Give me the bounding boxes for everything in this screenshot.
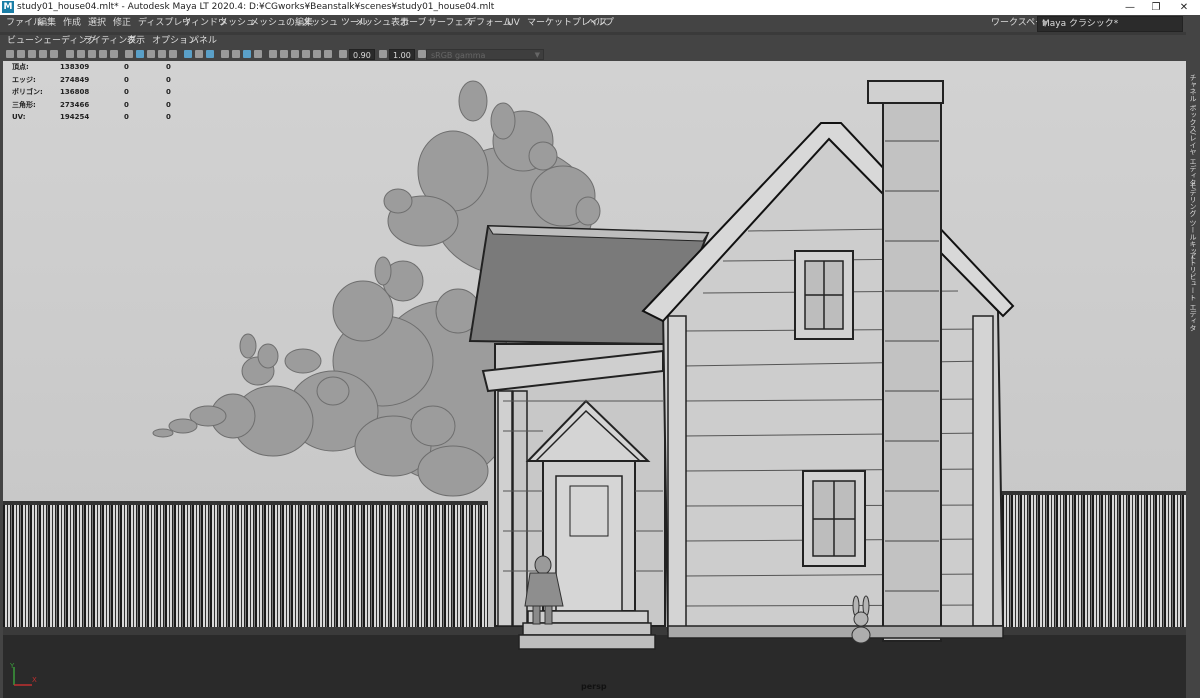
gamma-icon[interactable] <box>379 50 387 58</box>
window-title: study01_house04.mlt* - Autodesk Maya LT … <box>17 2 495 12</box>
menu-uv[interactable]: UV <box>507 17 520 30</box>
perspective-viewport[interactable]: 頂点: 138309 0 0 エッジ: 274849 0 0 ポリゴン: 136… <box>3 61 1186 698</box>
axis-gizmo: Y X <box>10 662 37 686</box>
exposure-icon[interactable] <box>339 50 347 58</box>
xray-components-icon[interactable] <box>254 50 262 58</box>
textured-icon[interactable] <box>158 50 166 58</box>
xray-joints-icon[interactable] <box>243 50 251 58</box>
menu-modify[interactable]: 修正 <box>113 17 131 30</box>
isolate-select-icon[interactable] <box>221 50 229 58</box>
resolution-gate-icon[interactable] <box>88 50 96 58</box>
main-menu-bar: ファイル 編集 作成 選択 修正 ディスプレイ ウィンドウ メッシュ メッシュの… <box>0 15 1200 32</box>
wireframe-icon[interactable] <box>125 50 133 58</box>
menu-surfaces[interactable]: サーフェス <box>428 17 472 30</box>
select-camera-icon[interactable] <box>6 50 14 58</box>
camera-attributes-icon[interactable] <box>28 50 36 58</box>
backface-culling-icon[interactable] <box>280 50 288 58</box>
hud-row-edges: エッジ: 274849 0 0 <box>12 75 171 84</box>
right-side-tabs: チャネル ボックス/レイヤ エディタ モデリング ツールキット アトリビュート … <box>1186 32 1200 698</box>
ambient-occlusion-icon[interactable] <box>195 50 203 58</box>
color-management-icon[interactable] <box>418 50 426 58</box>
maya-app-icon: M <box>2 1 14 13</box>
two-sided-lighting-icon[interactable] <box>269 50 277 58</box>
viewport-toolbar: 0.90 1.00 sRGB gamma ▼ <box>0 48 1186 61</box>
lights-icon[interactable] <box>169 50 177 58</box>
motion-blur-icon[interactable] <box>291 50 299 58</box>
bookmarks-icon[interactable] <box>39 50 47 58</box>
chevron-down-icon: ▼ <box>534 51 540 59</box>
panel-menu-bar: ビュー シェーディング ライティング 表示 オプション パネル <box>0 35 1186 48</box>
tab-modeling-toolkit[interactable]: モデリング ツールキット <box>1188 182 1198 261</box>
minimize-button[interactable]: — <box>1116 0 1144 15</box>
axis-y-label: Y <box>10 662 15 670</box>
tab-attribute-editor[interactable]: アトリビュート エディタ <box>1188 252 1198 331</box>
tab-channel-box[interactable]: チャネル ボックス/レイヤ エディタ <box>1188 74 1198 186</box>
title-bar: M study01_house04.mlt* - Autodesk Maya L… <box>0 0 1200 15</box>
xray-icon[interactable] <box>232 50 240 58</box>
exposure-field[interactable]: 0.90 <box>349 49 375 60</box>
view-transform-value: sRGB gamma <box>431 51 486 60</box>
menu-file[interactable]: ファイル <box>6 17 42 30</box>
gate-mask-icon[interactable] <box>99 50 107 58</box>
restore-button[interactable]: ❐ <box>1142 0 1170 15</box>
panel-menu-panels[interactable]: パネル <box>190 35 217 48</box>
hud-row-vertices: 頂点: 138309 0 0 <box>12 63 171 71</box>
lock-camera-icon[interactable] <box>17 50 25 58</box>
menu-create[interactable]: 作成 <box>63 17 81 30</box>
fence-left <box>3 501 488 628</box>
wireframe-on-shaded-icon[interactable] <box>147 50 155 58</box>
chevron-down-icon: ▼ <box>1042 19 1049 28</box>
field-chart-icon[interactable] <box>110 50 118 58</box>
antialiasing-icon[interactable] <box>206 50 214 58</box>
axis-x-label: X <box>32 676 37 684</box>
hud-row-faces: ポリゴン: 136808 0 0 <box>12 88 171 96</box>
multisample-icon[interactable] <box>324 50 332 58</box>
shadows-icon[interactable] <box>184 50 192 58</box>
scene-render <box>3 61 1186 698</box>
fence-right <box>999 491 1186 628</box>
panel-menu-show[interactable]: 表示 <box>127 35 145 48</box>
menu-select[interactable]: 選択 <box>88 17 106 30</box>
menu-edit[interactable]: 編集 <box>38 17 56 30</box>
poly-count-hud: 頂点: 138309 0 0 エッジ: 274849 0 0 ポリゴン: 136… <box>12 61 192 124</box>
depth-of-field-icon[interactable] <box>302 50 310 58</box>
workspace-dropdown[interactable]: Maya クラシック* ▼ <box>1037 16 1183 32</box>
smooth-shade-icon[interactable] <box>136 50 144 58</box>
menu-deform[interactable]: デフォーム <box>467 17 512 30</box>
hud-row-uvs: UV: 194254 0 0 <box>12 113 171 121</box>
screen-space-ao-icon[interactable] <box>313 50 321 58</box>
image-plane-icon[interactable] <box>50 50 58 58</box>
panel-menu-view[interactable]: ビュー <box>7 35 34 48</box>
menu-help[interactable]: ヘルプ <box>587 17 614 30</box>
film-gate-icon[interactable] <box>77 50 85 58</box>
menu-curves[interactable]: カーブ <box>400 17 426 30</box>
camera-name-label: persp <box>581 682 607 691</box>
view-transform-dropdown[interactable]: sRGB gamma ▼ <box>426 49 544 60</box>
grid-icon[interactable] <box>66 50 74 58</box>
gamma-field[interactable]: 1.00 <box>389 49 415 60</box>
hud-row-triangles: 三角形: 273466 0 0 <box>12 100 171 109</box>
close-button[interactable]: ✕ <box>1170 0 1198 15</box>
